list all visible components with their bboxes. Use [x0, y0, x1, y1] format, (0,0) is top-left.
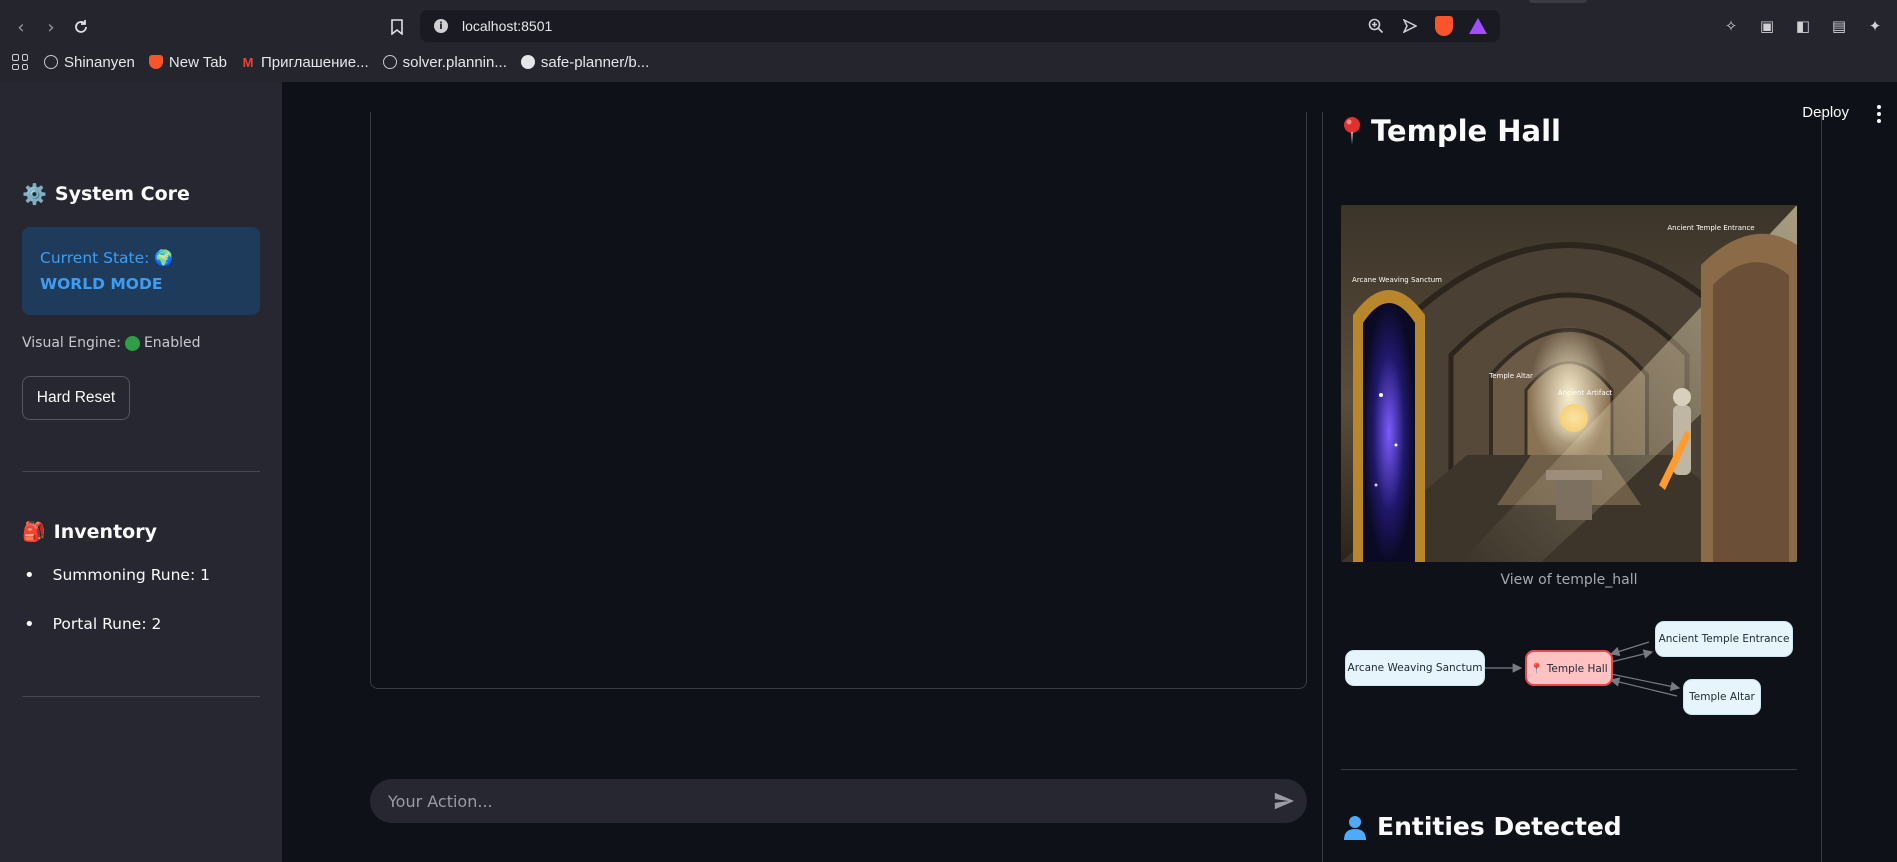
- hard-reset-button[interactable]: Hard Reset: [22, 376, 130, 420]
- forward-button[interactable]: ›: [38, 14, 64, 40]
- sidebar-toggle-icon[interactable]: ◧: [1792, 14, 1814, 38]
- extensions-icon[interactable]: ✧: [1720, 14, 1742, 38]
- edge-entrance-hall: [1609, 641, 1650, 657]
- person-icon: [1344, 815, 1366, 840]
- sidebar-divider: [22, 696, 260, 697]
- graph-node-sanctum[interactable]: Arcane Weaving Sanctum: [1345, 650, 1485, 686]
- graph-node-current[interactable]: 📍 Temple Hall: [1525, 650, 1613, 686]
- globe-icon: [44, 55, 58, 69]
- visual-engine-status: Visual Engine: Enabled: [22, 335, 201, 351]
- bookmark-new-tab[interactable]: New Tab: [148, 54, 227, 71]
- scene-label-altar: Temple Altar: [1488, 372, 1533, 380]
- github-icon: [520, 55, 535, 69]
- send-icon[interactable]: [1273, 790, 1295, 812]
- panel-divider: [1341, 769, 1797, 770]
- scene-label-artifact: Ancient Artifact: [1558, 389, 1613, 397]
- edge-hall-entrance: [1610, 649, 1654, 663]
- bookmark-shinanyen[interactable]: Shinanyen: [44, 54, 135, 71]
- entities-heading: Entities Detected: [1341, 812, 1622, 841]
- zoom-icon[interactable]: [1366, 16, 1386, 36]
- send-tab-icon[interactable]: [1400, 16, 1420, 36]
- chat-history-container[interactable]: [370, 112, 1307, 689]
- state-value: WORLD MODE: [40, 275, 163, 293]
- graph-node-altar[interactable]: Temple Altar: [1683, 679, 1761, 715]
- brave-icon: [148, 55, 163, 69]
- brave-shields-icon[interactable]: [1434, 16, 1454, 36]
- browser-tools: ✧ ▣ ◧ ▤ ✦: [1720, 14, 1886, 38]
- inventory-item: Portal Rune: 2: [22, 615, 210, 664]
- brave-rewards-icon[interactable]: [1468, 16, 1488, 36]
- green-status-icon: [124, 335, 140, 351]
- site-info-icon[interactable]: i: [434, 19, 448, 33]
- active-tab-indicator[interactable]: [1529, 0, 1587, 3]
- sidebar-divider: [22, 471, 260, 472]
- back-button[interactable]: ‹: [8, 14, 34, 40]
- inventory-heading: 🎒 Inventory: [22, 520, 157, 544]
- scene-caption: View of temple_hall: [1500, 572, 1638, 588]
- state-label: Current State: 🌍: [40, 249, 174, 267]
- bookmark-gmail[interactable]: M Приглашение...: [241, 54, 369, 71]
- scene-label-entrance: Ancient Temple Entrance: [1667, 224, 1754, 232]
- location-graph: Arcane Weaving Sanctum 📍 Temple Hall Anc…: [1341, 612, 1797, 722]
- url-actions: [1366, 16, 1488, 36]
- browser-toolbar: ‹ › i localhost:8501 ✧ ▣ ◧ ▤ ✦ Shinanyen…: [0, 0, 1897, 82]
- globe-icon: [382, 55, 397, 69]
- action-input[interactable]: [388, 791, 1268, 811]
- main-area: Deploy Temple Hall: [282, 82, 1897, 862]
- location-title: Temple Hall: [1341, 112, 1561, 150]
- reload-button[interactable]: [68, 14, 94, 40]
- backpack-icon: 🎒: [22, 521, 46, 543]
- bookmark-page-button[interactable]: [384, 14, 410, 40]
- media-icon[interactable]: ▣: [1756, 14, 1778, 38]
- system-core-heading: ⚙️ System Core: [22, 182, 190, 206]
- gmail-icon: M: [242, 54, 254, 70]
- inventory-item: Summoning Rune: 1: [22, 566, 210, 615]
- sidebar: ⚙️ System Core Current State: 🌍 WORLD MO…: [0, 82, 282, 862]
- bookmark-solver[interactable]: solver.plannin...: [382, 54, 507, 71]
- location-scene-image: Arcane Weaving Sanctum Ancient Temple En…: [1341, 205, 1797, 562]
- leo-ai-icon[interactable]: ✦: [1864, 14, 1886, 38]
- nav-row: ‹ › i localhost:8501 ✧ ▣ ◧ ▤ ✦: [0, 10, 1897, 44]
- edge-altar-hall: [1609, 677, 1678, 697]
- bookmark-github[interactable]: safe-planner/b...: [520, 54, 649, 71]
- gear-icon: ⚙️: [22, 182, 47, 206]
- apps-grid-icon[interactable]: [10, 52, 30, 72]
- main-menu-icon[interactable]: [1869, 102, 1889, 126]
- address-bar[interactable]: i localhost:8501: [420, 10, 1500, 42]
- location-panel: Temple Hall Arcane Weaving Sanctum Ancie…: [1322, 112, 1822, 862]
- bookmark-icon: [391, 19, 403, 35]
- chat-input-bar: [370, 779, 1307, 823]
- graph-node-entrance[interactable]: Ancient Temple Entrance: [1655, 621, 1793, 657]
- map-pin-icon: [1344, 117, 1360, 145]
- scene-label-sanctum: Arcane Weaving Sanctum: [1352, 276, 1442, 284]
- url-text[interactable]: localhost:8501: [462, 18, 552, 34]
- current-state-box: Current State: 🌍 WORLD MODE: [22, 227, 260, 315]
- inventory-list: Summoning Rune: 1 Portal Rune: 2: [22, 566, 210, 664]
- reload-icon: [75, 20, 87, 33]
- bookmarks-bar: Shinanyen New Tab M Приглашение... solver…: [0, 48, 1897, 76]
- edge-hall-altar: [1610, 673, 1681, 692]
- wallet-icon[interactable]: ▤: [1828, 14, 1850, 38]
